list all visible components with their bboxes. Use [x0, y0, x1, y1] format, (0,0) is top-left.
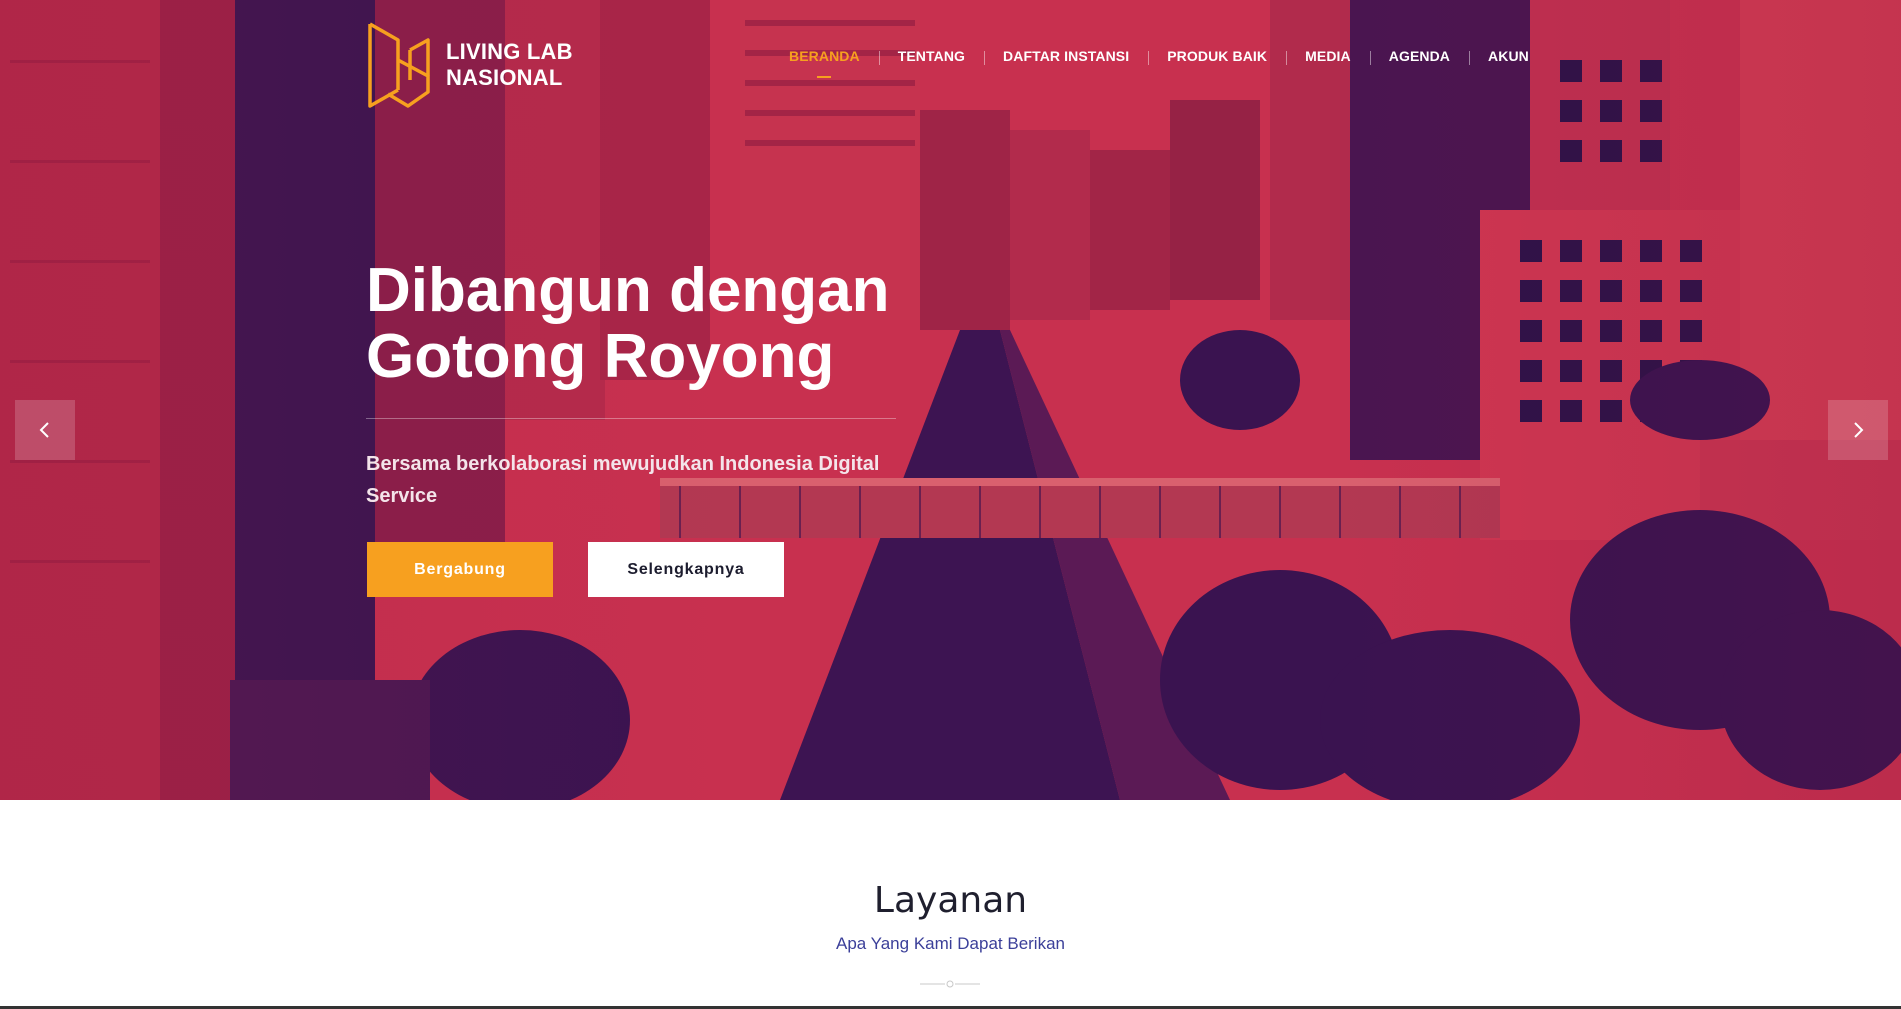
- nav-item-daftar-instansi[interactable]: DAFTAR INSTANSI: [984, 48, 1148, 65]
- hero-title: Dibangun dengan Gotong Royong: [366, 258, 986, 390]
- logo-line-1: LIVING LAB: [446, 39, 573, 64]
- section-separator: [920, 980, 980, 988]
- hero-overlay: [0, 0, 1901, 800]
- nav-item-beranda[interactable]: BERANDA: [770, 48, 879, 78]
- logo-line-2: NASIONAL: [446, 65, 563, 90]
- hero-title-line-1: Dibangun dengan: [366, 256, 890, 325]
- hero-divider: [366, 418, 896, 419]
- carousel-next-button[interactable]: [1828, 400, 1888, 460]
- section-subtitle: Apa Yang Kami Dapat Berikan: [835, 934, 1065, 953]
- living-lab-logo-icon: [368, 22, 430, 108]
- chevron-left-icon: [39, 422, 49, 438]
- site-logo[interactable]: LIVING LAB NASIONAL: [366, 20, 573, 110]
- nav-item-media[interactable]: MEDIA: [1286, 48, 1370, 65]
- hero-banner: LIVING LAB NASIONAL BERANDA TENTANG DAFT…: [0, 0, 1901, 800]
- nav-item-tentang[interactable]: TENTANG: [878, 48, 984, 65]
- nav-item-agenda[interactable]: AGENDA: [1369, 48, 1469, 65]
- layanan-section: Layanan Apa Yang Kami Dapat Berikan: [0, 800, 1901, 1009]
- main-navigation: BERANDA TENTANG DAFTAR INSTANSI PRODUK B…: [770, 46, 1548, 78]
- selengkapnya-button[interactable]: Selengkapnya: [588, 542, 784, 597]
- hero-title-line-2: Gotong Royong: [366, 322, 835, 391]
- carousel-prev-button[interactable]: [15, 400, 75, 460]
- section-title: Layanan: [873, 880, 1028, 921]
- logo-text: LIVING LAB NASIONAL: [446, 39, 573, 91]
- hero-subtitle: Bersama berkolaborasi mewujudkan Indones…: [366, 453, 880, 507]
- nav-item-akun[interactable]: AKUN: [1469, 48, 1548, 65]
- nav-item-produk-baik[interactable]: PRODUK BAIK: [1148, 48, 1286, 65]
- chevron-right-icon: [1854, 422, 1864, 438]
- bergabung-button[interactable]: Bergabung: [367, 542, 553, 597]
